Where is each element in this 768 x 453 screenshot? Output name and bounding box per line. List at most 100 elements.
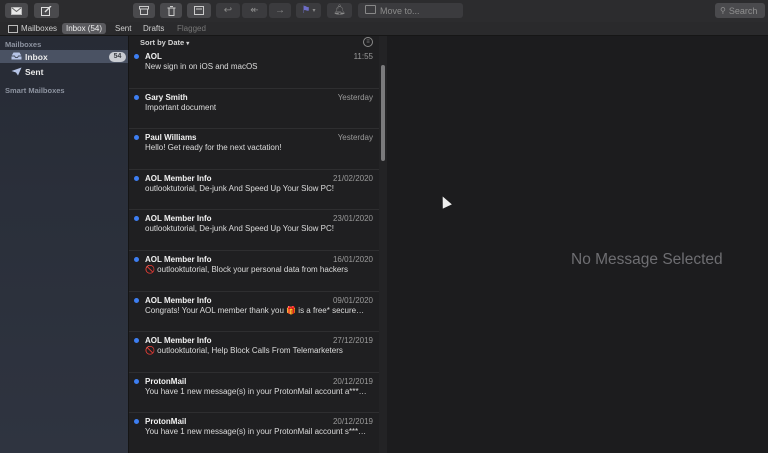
sidebar-item-label: Inbox bbox=[25, 51, 48, 62]
junk-icon bbox=[194, 6, 204, 15]
message-date: 16/01/2020 bbox=[332, 255, 373, 264]
unread-dot-icon bbox=[134, 94, 139, 100]
favorites-bar: Mailboxes Inbox (54) Sent Drafts Flagged bbox=[0, 22, 768, 36]
chevron-down-icon: ▾ bbox=[312, 8, 316, 14]
message-row[interactable]: AOL Member Info 16/01/2020 🚫 outlooktutori… bbox=[129, 251, 379, 292]
archive-button[interactable] bbox=[133, 3, 155, 18]
reply-all-button[interactable]: ↞ bbox=[242, 3, 267, 18]
message-subject: Congrats! Your AOL member thank you 🎁 is… bbox=[145, 305, 365, 315]
message-row[interactable]: AOL Member Info 21/02/2020 outlooktutorial… bbox=[129, 170, 379, 211]
unread-dot-icon bbox=[134, 175, 139, 181]
message-row[interactable]: ProtonMail 20/12/2019 You have 1 new messa… bbox=[129, 413, 379, 453]
message-sender: AOL Member Info bbox=[145, 336, 212, 346]
unread-dot-icon bbox=[134, 216, 139, 222]
sidebar-section-mailboxes: Mailboxes bbox=[5, 40, 42, 49]
sidebar-item-inbox[interactable]: Inbox 54 bbox=[0, 50, 128, 63]
unread-dot-icon bbox=[134, 378, 139, 384]
sort-bar: Sort by Date ▾ ≡ bbox=[129, 36, 379, 48]
scrollbar-thumb[interactable] bbox=[381, 65, 385, 161]
favorites-mailboxes-label: Mailboxes bbox=[21, 24, 58, 33]
message-sender: AOL Member Info bbox=[145, 214, 212, 224]
search-placeholder: Search bbox=[728, 5, 758, 16]
sidebar: Mailboxes Inbox 54 Sent Smart Mailboxes bbox=[0, 36, 129, 453]
message-sender: AOL bbox=[145, 52, 162, 61]
message-sender: ProtonMail bbox=[145, 417, 187, 427]
sidebar-item-sent[interactable]: Sent bbox=[0, 65, 128, 78]
message-row[interactable]: AOL Member Info 27/12/2019 🚫 outlooktutori… bbox=[129, 332, 379, 373]
message-sender: ProtonMail bbox=[145, 376, 187, 386]
scrollbar[interactable] bbox=[379, 36, 387, 453]
delete-button[interactable] bbox=[160, 3, 182, 18]
favorites-sent[interactable]: Sent bbox=[115, 23, 131, 34]
archive-icon bbox=[139, 6, 149, 15]
compose-button[interactable] bbox=[34, 3, 59, 18]
reply-all-icon: ↞ bbox=[250, 5, 259, 16]
paper-plane-icon bbox=[11, 67, 22, 76]
message-row[interactable]: ProtonMail 20/12/2019 You have 1 new messa… bbox=[129, 373, 379, 414]
flag-button[interactable]: ⚑ ▾ bbox=[296, 3, 321, 18]
message-subject: You have 1 new message(s) in your Proton… bbox=[145, 386, 367, 396]
favorites-drafts[interactable]: Drafts bbox=[143, 23, 164, 34]
envelope-icon bbox=[11, 6, 22, 15]
message-subject: Hello! Get ready for the next vactation! bbox=[145, 143, 282, 153]
favorites-inbox[interactable]: Inbox (54) bbox=[62, 23, 107, 34]
favorites-mailboxes[interactable]: Mailboxes bbox=[8, 23, 57, 34]
toolbar: ↩ ↞ → ⚑ ▾ 🔔︎ Move to... ⚲ Search bbox=[0, 0, 768, 23]
message-subject: New sign in on iOS and macOS bbox=[145, 62, 258, 71]
filter-icon[interactable]: ≡ bbox=[363, 37, 373, 47]
unread-dot-icon bbox=[134, 257, 139, 262]
message-sender: AOL Member Info bbox=[145, 295, 212, 305]
flag-icon: ⚑ bbox=[301, 5, 311, 16]
message-date: 21/02/2020 bbox=[332, 173, 373, 183]
message-row[interactable]: AOL Member Info 23/01/2020 outlooktutorial… bbox=[129, 210, 379, 251]
junk-button[interactable] bbox=[187, 3, 211, 18]
search-field[interactable]: ⚲ Search bbox=[715, 3, 765, 18]
message-subject: 🚫 outlooktutorial, Help Block Calls From… bbox=[145, 346, 343, 356]
sidebar-section-smart-mailboxes: Smart Mailboxes bbox=[5, 86, 65, 95]
message-row[interactable]: Paul Williams Yesterday Hello! Get ready f… bbox=[129, 129, 379, 170]
unread-dot-icon bbox=[134, 297, 139, 303]
search-icon: ⚲ bbox=[720, 6, 726, 15]
message-date: 23/01/2020 bbox=[332, 214, 373, 224]
message-date: 11:55 bbox=[353, 52, 373, 61]
mute-button[interactable]: 🔔︎ bbox=[327, 3, 352, 18]
message-subject: You have 1 new message(s) in your Proton… bbox=[145, 427, 367, 437]
message-sender: Paul Williams bbox=[145, 133, 197, 143]
message-sender: Gary Smith bbox=[145, 92, 188, 102]
message-row[interactable]: AOL Member Info 09/01/2020 Congrats! Your … bbox=[129, 292, 379, 333]
trash-icon bbox=[167, 5, 175, 16]
message-subject: outlooktutorial, De-junk And Speed Up Yo… bbox=[145, 183, 335, 193]
message-subject: Important document bbox=[145, 102, 217, 112]
message-sender: AOL Member Info bbox=[145, 255, 212, 264]
forward-arrow-icon: → bbox=[275, 5, 285, 16]
reading-pane: No Message Selected bbox=[387, 36, 768, 453]
reply-button[interactable]: ↩ bbox=[216, 3, 240, 18]
folder-icon bbox=[365, 5, 376, 14]
sidebar-item-label: Sent bbox=[25, 66, 44, 77]
move-to-button[interactable]: Move to... bbox=[358, 3, 463, 18]
unread-count-badge: 54 bbox=[109, 51, 126, 62]
message-date: Yesterday bbox=[337, 133, 373, 143]
message-date: Yesterday bbox=[337, 92, 373, 102]
message-row[interactable]: Gary Smith Yesterday Important document bbox=[129, 89, 379, 130]
forward-button[interactable]: → bbox=[269, 3, 291, 18]
message-row[interactable]: AOL 11:55 New sign in on iOS and macOS bbox=[129, 48, 379, 89]
message-date: 20/12/2019 bbox=[332, 376, 373, 386]
unread-dot-icon bbox=[134, 338, 139, 344]
unread-dot-icon bbox=[134, 135, 139, 141]
unread-dot-icon bbox=[134, 419, 139, 425]
message-subject: 🚫 outlooktutorial, Block your personal d… bbox=[145, 265, 348, 274]
unread-dot-icon bbox=[134, 54, 139, 59]
chevron-down-icon: ▾ bbox=[186, 41, 190, 47]
move-to-label: Move to... bbox=[380, 5, 420, 16]
message-date: 27/12/2019 bbox=[332, 336, 373, 346]
no-message-selected-text: No Message Selected bbox=[571, 251, 723, 268]
tray-icon bbox=[11, 52, 22, 61]
message-date: 20/12/2019 bbox=[332, 417, 373, 427]
favorites-flagged[interactable]: Flagged bbox=[177, 23, 206, 34]
message-sender: AOL Member Info bbox=[145, 173, 212, 183]
get-mail-button[interactable] bbox=[5, 3, 28, 18]
sort-by-date-button[interactable]: Sort by Date ▾ bbox=[140, 38, 189, 47]
message-subject: outlooktutorial, De-junk And Speed Up Yo… bbox=[145, 224, 335, 234]
sidebar-toggle-icon bbox=[8, 24, 18, 33]
